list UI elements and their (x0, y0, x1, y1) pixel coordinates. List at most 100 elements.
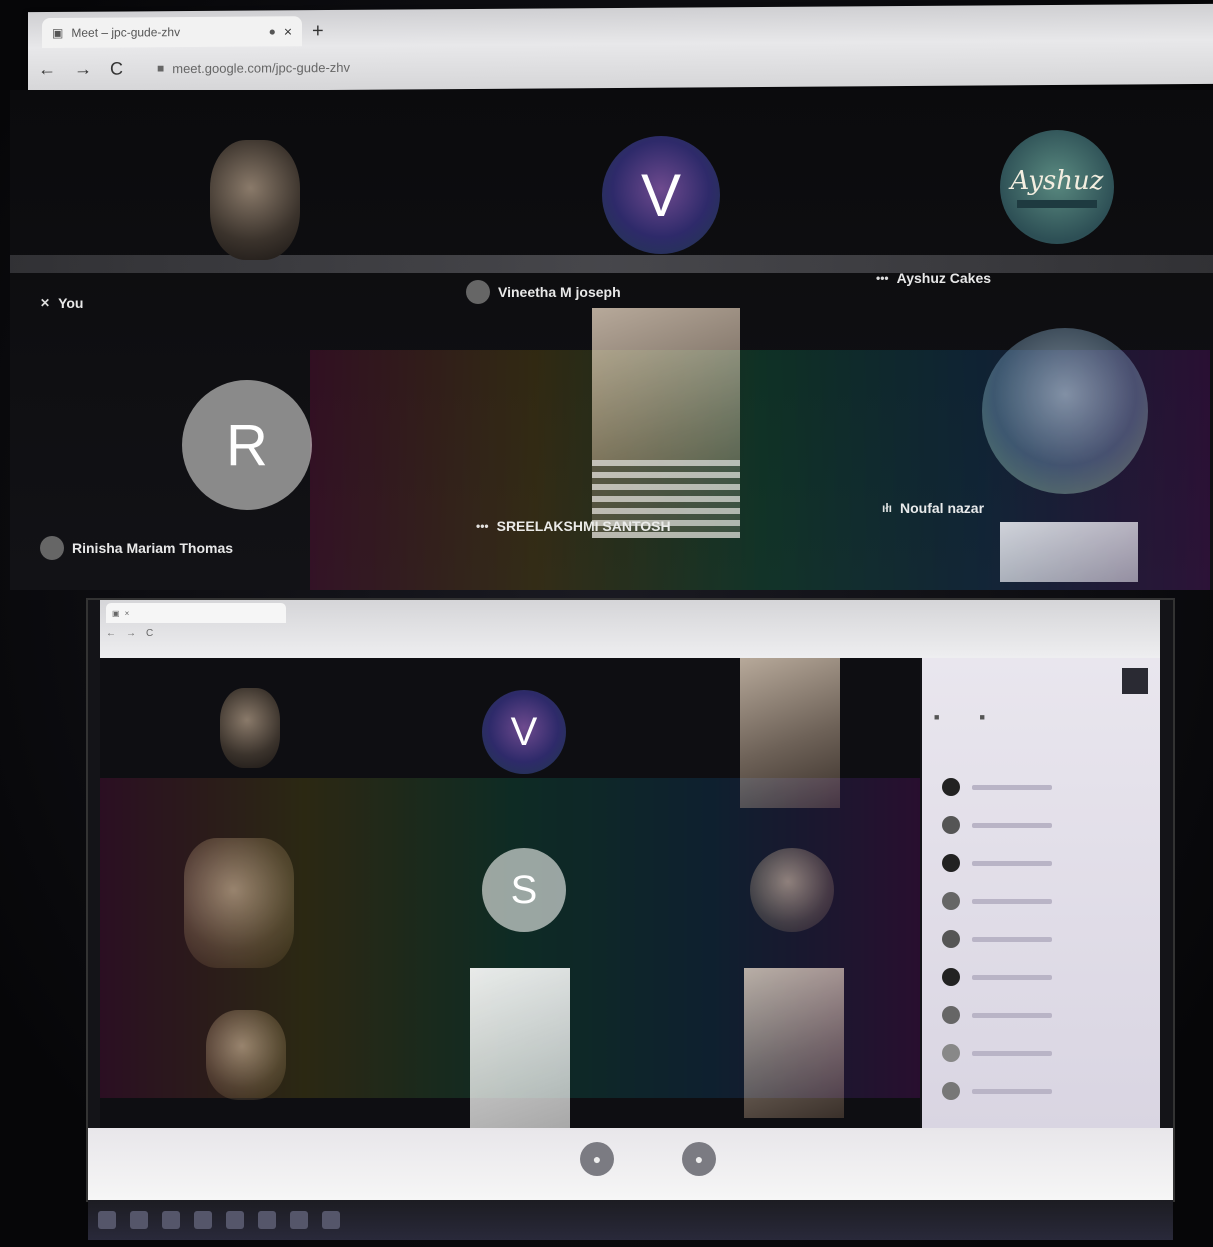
avatar (942, 1006, 960, 1024)
avatar-vineetha: V (602, 136, 720, 254)
start-icon[interactable] (98, 1211, 116, 1229)
participant-name: Ayshuz Cakes (896, 270, 992, 286)
store-icon[interactable] (226, 1211, 244, 1229)
forward-button[interactable]: → (126, 628, 136, 639)
participant-photo (750, 848, 834, 932)
participant-video-sreelakshmi (592, 308, 740, 538)
avatar (942, 968, 960, 986)
address-bar[interactable]: ■ meet.google.com/jpc-gude-zhv (157, 59, 350, 75)
browser-tab[interactable]: ▣ Meet – jpc-gude-zhv ● × (42, 16, 302, 49)
reload-button[interactable]: C (110, 58, 123, 79)
logo-text: Ayshuz (1010, 166, 1104, 196)
tab-people[interactable]: ■ (934, 712, 939, 722)
participant-label-ayshuz: ••• Ayshuz Cakes (876, 270, 991, 286)
os-taskbar (88, 1200, 1173, 1240)
participant-video (744, 968, 844, 1118)
camera-icon: ▣ (112, 608, 120, 618)
participant-name: Noufal nazar (900, 500, 985, 516)
mic-muted-icon: ✕ (40, 296, 51, 310)
photo-of-screens: ▣ Meet – jpc-gude-zhv ● × + ← → C ■ meet… (0, 0, 1213, 1247)
mic-icon: ● (592, 1151, 602, 1167)
divider-strip (10, 255, 1213, 273)
task-view-icon[interactable] (162, 1211, 180, 1229)
chrome-icon[interactable] (290, 1211, 308, 1229)
avatar-rinisha: R (182, 380, 312, 510)
people-list-item (942, 930, 1052, 948)
participant-photo-noufal (982, 328, 1148, 494)
participant-video (206, 1010, 286, 1100)
name-placeholder (972, 1088, 1052, 1094)
camera-button[interactable]: ● (682, 1142, 716, 1176)
avatar (942, 892, 960, 910)
meet-grid-top: ✕ You V Vineetha M joseph Ayshuz ••• Ays… (10, 90, 1213, 590)
participant-name: Rinisha Mariam Thomas (72, 540, 234, 556)
avatar (942, 854, 960, 872)
close-tab-icon[interactable]: × (284, 23, 292, 39)
close-tab-icon[interactable]: × (125, 609, 130, 618)
participant-name: Vineetha M joseph (498, 284, 621, 300)
speaking-icon: ıłı (882, 501, 893, 515)
back-button[interactable]: ← (106, 628, 116, 639)
participant-name: You (58, 295, 84, 311)
name-placeholder (972, 936, 1052, 942)
camera-icon: ● (694, 1151, 704, 1167)
participant-video (740, 658, 840, 808)
avatar-initial: V (640, 161, 682, 229)
people-list-item (942, 892, 1052, 910)
file-explorer-icon[interactable] (194, 1211, 212, 1229)
camera-icon: ▣ (52, 25, 64, 40)
panel-close-button[interactable] (1122, 668, 1148, 694)
self-video (210, 140, 300, 260)
forward-button[interactable]: → (74, 58, 92, 79)
search-icon[interactable] (130, 1211, 148, 1229)
logo-bar (1017, 200, 1097, 208)
participant-label-rinisha: Rinisha Mariam Thomas (40, 536, 233, 560)
people-list-item (942, 1044, 1052, 1062)
panel-tabs: ■ ■ (934, 712, 985, 722)
ayshuz-logo-image: Ayshuz (1000, 130, 1114, 244)
back-button[interactable]: ← (38, 58, 56, 79)
avatar (942, 778, 960, 796)
avatar-s-small: S (482, 848, 566, 932)
participant-label-sreelakshmi: ••• SREELAKSHMI SANTOSH (476, 518, 671, 534)
more-icon: ••• (476, 519, 489, 533)
meet-control-bar: ● ● (88, 1128, 1173, 1200)
laptop-browser-tab[interactable]: ▣ × (106, 603, 286, 623)
app-icon[interactable] (322, 1211, 340, 1229)
people-list-item (942, 854, 1052, 872)
name-placeholder (972, 1012, 1052, 1018)
avatar-initial: R (226, 412, 268, 478)
people-list-item (942, 1082, 1052, 1100)
laptop-meet-grid: V S (100, 658, 920, 1128)
avatar-thumb (466, 280, 490, 304)
name-placeholder (972, 1050, 1052, 1056)
name-placeholder (972, 974, 1052, 980)
new-tab-button[interactable]: + (312, 20, 324, 43)
laptop-nav: ← → C (106, 628, 153, 639)
people-list-item (942, 816, 1052, 834)
navigation-bar: ← → C ■ meet.google.com/jpc-gude-zhv (38, 46, 1198, 84)
self-preview-thumbnail (1000, 522, 1138, 582)
tab-chat[interactable]: ■ (979, 712, 984, 722)
people-list-item (942, 778, 1052, 796)
recording-dot-icon: ● (268, 24, 276, 39)
name-placeholder (972, 898, 1052, 904)
mic-button[interactable]: ● (580, 1142, 614, 1176)
avatar (942, 1082, 960, 1100)
laptop-browser-chrome: ▣ × ← → C (100, 600, 1160, 658)
avatar-initial: S (510, 867, 538, 912)
avatar-initial: V (510, 709, 538, 754)
people-panel: ■ ■ (922, 658, 1160, 1128)
participant-label-you: ✕ You (40, 295, 83, 311)
url-text: meet.google.com/jpc-gude-zhv (172, 59, 351, 76)
participant-label-noufal: ıłı Noufal nazar (882, 500, 984, 516)
reload-button[interactable]: C (146, 628, 153, 639)
avatar (942, 930, 960, 948)
people-list-item (942, 1006, 1052, 1024)
name-placeholder (972, 860, 1052, 866)
more-icon: ••• (876, 271, 889, 285)
participant-name: SREELAKSHMI SANTOSH (496, 518, 671, 534)
mail-icon[interactable] (258, 1211, 276, 1229)
name-placeholder (972, 822, 1052, 828)
lock-icon: ■ (157, 61, 165, 76)
